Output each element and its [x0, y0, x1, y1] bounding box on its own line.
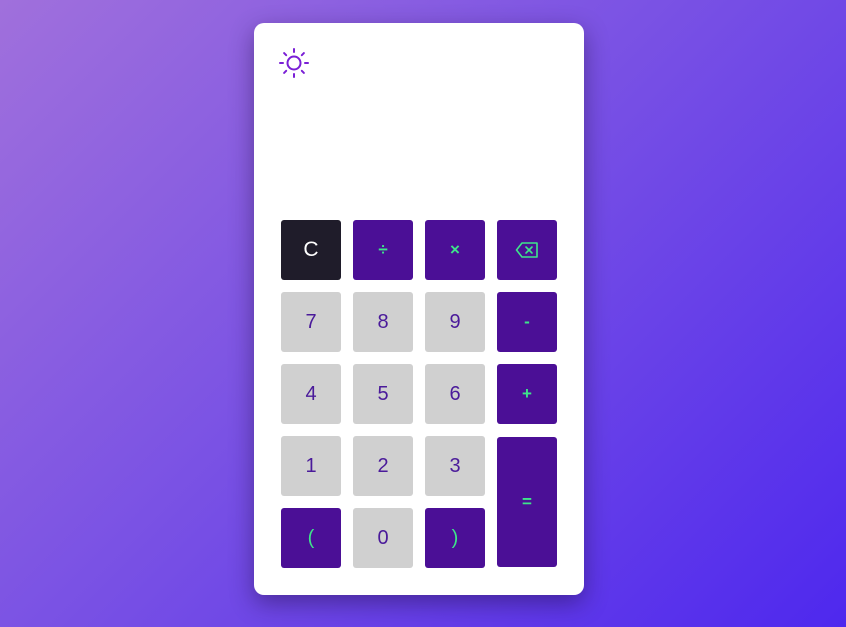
clear-button[interactable]: C [281, 220, 341, 280]
sun-icon [279, 48, 309, 78]
key-8[interactable]: 8 [353, 292, 413, 352]
calculator-display [281, 103, 557, 203]
multiply-button[interactable]: × [425, 220, 485, 280]
key-0[interactable]: 0 [353, 508, 413, 568]
keypad: C ÷ × 7 8 9 - 4 5 6 + 1 2 3 = ( 0 ) [281, 220, 557, 568]
key-6[interactable]: 6 [425, 364, 485, 424]
key-7[interactable]: 7 [281, 292, 341, 352]
backspace-icon [515, 242, 538, 258]
key-9[interactable]: 9 [425, 292, 485, 352]
key-4[interactable]: 4 [281, 364, 341, 424]
equals-button[interactable]: = [497, 437, 557, 567]
key-2[interactable]: 2 [353, 436, 413, 496]
divide-button[interactable]: ÷ [353, 220, 413, 280]
key-5[interactable]: 5 [353, 364, 413, 424]
key-1[interactable]: 1 [281, 436, 341, 496]
open-paren-button[interactable]: ( [281, 508, 341, 568]
key-3[interactable]: 3 [425, 436, 485, 496]
theme-toggle-button[interactable] [278, 47, 310, 79]
close-paren-button[interactable]: ) [425, 508, 485, 568]
backspace-button[interactable] [497, 220, 557, 280]
plus-button[interactable]: + [497, 364, 557, 424]
minus-button[interactable]: - [497, 292, 557, 352]
calculator: C ÷ × 7 8 9 - 4 5 6 + 1 2 3 = ( 0 ) [254, 23, 584, 595]
